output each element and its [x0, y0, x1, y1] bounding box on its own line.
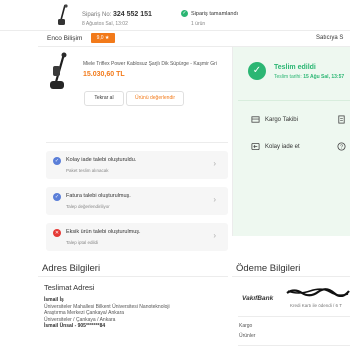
divider — [0, 30, 350, 31]
divider — [238, 316, 350, 317]
card-title: Kolay iade talebi oluşturuldu. — [66, 157, 137, 163]
seller-rating-badge: 9,0 ★ — [91, 33, 115, 43]
easy-return-action[interactable]: Kolay iade et — [251, 142, 300, 151]
recipient-phone: İsmail Ünsal - 905*******84 — [44, 323, 106, 329]
divider — [238, 345, 350, 346]
product-price: 15.030,60 TL — [83, 71, 125, 78]
seller-name[interactable]: Enco Bilişim — [47, 35, 82, 42]
payment-section-title: Ödeme Bilgileri — [236, 263, 301, 274]
check-circle-icon: ✓ — [53, 157, 61, 165]
close-circle-icon: ✕ — [53, 229, 61, 237]
card-subtitle: Talep iptal edildi — [66, 240, 99, 245]
invoice-action[interactable] — [337, 115, 346, 124]
help-action[interactable]: ? — [337, 142, 346, 151]
order-number-label: Sipariş No: — [82, 12, 112, 18]
card-subtitle: Paket teslim alınacak — [66, 168, 109, 173]
order-item-count: 1 ürün — [191, 21, 206, 27]
chevron-right-icon: › — [213, 195, 216, 204]
delivery-date-value: 15 Ağu Sal, 13:57 — [303, 74, 345, 80]
cargo-tracking-action[interactable]: Kargo Takibi — [251, 115, 298, 124]
order-status: ✓ Sipariş tamamlandı — [181, 10, 238, 17]
divider — [238, 100, 350, 101]
invoice-icon — [338, 115, 345, 124]
truck-icon — [251, 116, 260, 123]
card-title: Eksik ürün talebi oluşturulmuş. — [66, 229, 141, 235]
delivery-date-prefix: Teslim tarihi: — [274, 74, 302, 80]
invoice-request-card[interactable]: ✓ Fatura talebi oluşturulmuş. Talep değe… — [46, 187, 228, 215]
bank-logo: VakıfBank — [242, 295, 274, 302]
check-circle-icon: ✓ — [53, 193, 61, 201]
order-date: 8 Ağustos Sal, 13:02 — [82, 21, 128, 27]
ask-seller-button[interactable]: Satıcıya S — [316, 35, 343, 41]
address-block: İsmail İş Üniversiteler Mahallesi Bilken… — [44, 297, 170, 330]
delivery-status-title: Teslim edildi — [274, 64, 316, 71]
check-circle-icon: ✓ — [181, 10, 188, 17]
order-status-text: Sipariş tamamlandı — [191, 10, 239, 17]
buy-again-button[interactable]: Tekrar al — [84, 91, 124, 106]
payment-products-label: Ürünler — [239, 333, 256, 339]
help-icon: ? — [337, 142, 346, 151]
payment-method-info: Kredi Kartı ile ödendi / 6 T — [290, 303, 342, 308]
address-section-title: Adres Bilgileri — [42, 263, 101, 274]
payment-cargo-label: Kargo — [239, 323, 253, 329]
cargo-tracking-label: Kargo Takibi — [265, 116, 298, 123]
delivered-check-icon: ✓ — [248, 62, 266, 80]
divider — [46, 142, 228, 143]
missing-item-card[interactable]: ✕ Eksik ürün talebi oluşturulmuş. Talep … — [46, 223, 228, 251]
delivery-date: Teslim tarihi: 15 Ağu Sal, 13:57 — [274, 74, 344, 80]
review-product-button[interactable]: Ürünü değerlendir — [126, 91, 184, 106]
order-number-value: 324 552 151 — [113, 11, 152, 18]
product-image[interactable] — [46, 52, 72, 92]
delivery-address-title: Teslimat Adresi — [44, 283, 95, 292]
divider — [232, 276, 350, 277]
order-thumbnail-icon — [58, 4, 68, 25]
product-title[interactable]: Miele Triflex Power Kablosuz Şarjlı Dik … — [83, 61, 233, 67]
chevron-right-icon: › — [213, 231, 216, 240]
svg-text:?: ? — [340, 144, 343, 150]
return-icon — [251, 142, 260, 151]
card-subtitle: Talep değerlendiriliyor — [66, 204, 110, 209]
chevron-right-icon: › — [213, 159, 216, 168]
divider — [38, 276, 228, 277]
redacted-card-number — [286, 288, 350, 297]
easy-return-label: Kolay iade et — [265, 143, 300, 150]
order-number: Sipariş No: 324 552 151 — [82, 11, 152, 18]
return-request-card[interactable]: ✓ Kolay iade talebi oluşturuldu. Paket t… — [46, 151, 228, 179]
card-title: Fatura talebi oluşturulmuş. — [66, 193, 131, 199]
